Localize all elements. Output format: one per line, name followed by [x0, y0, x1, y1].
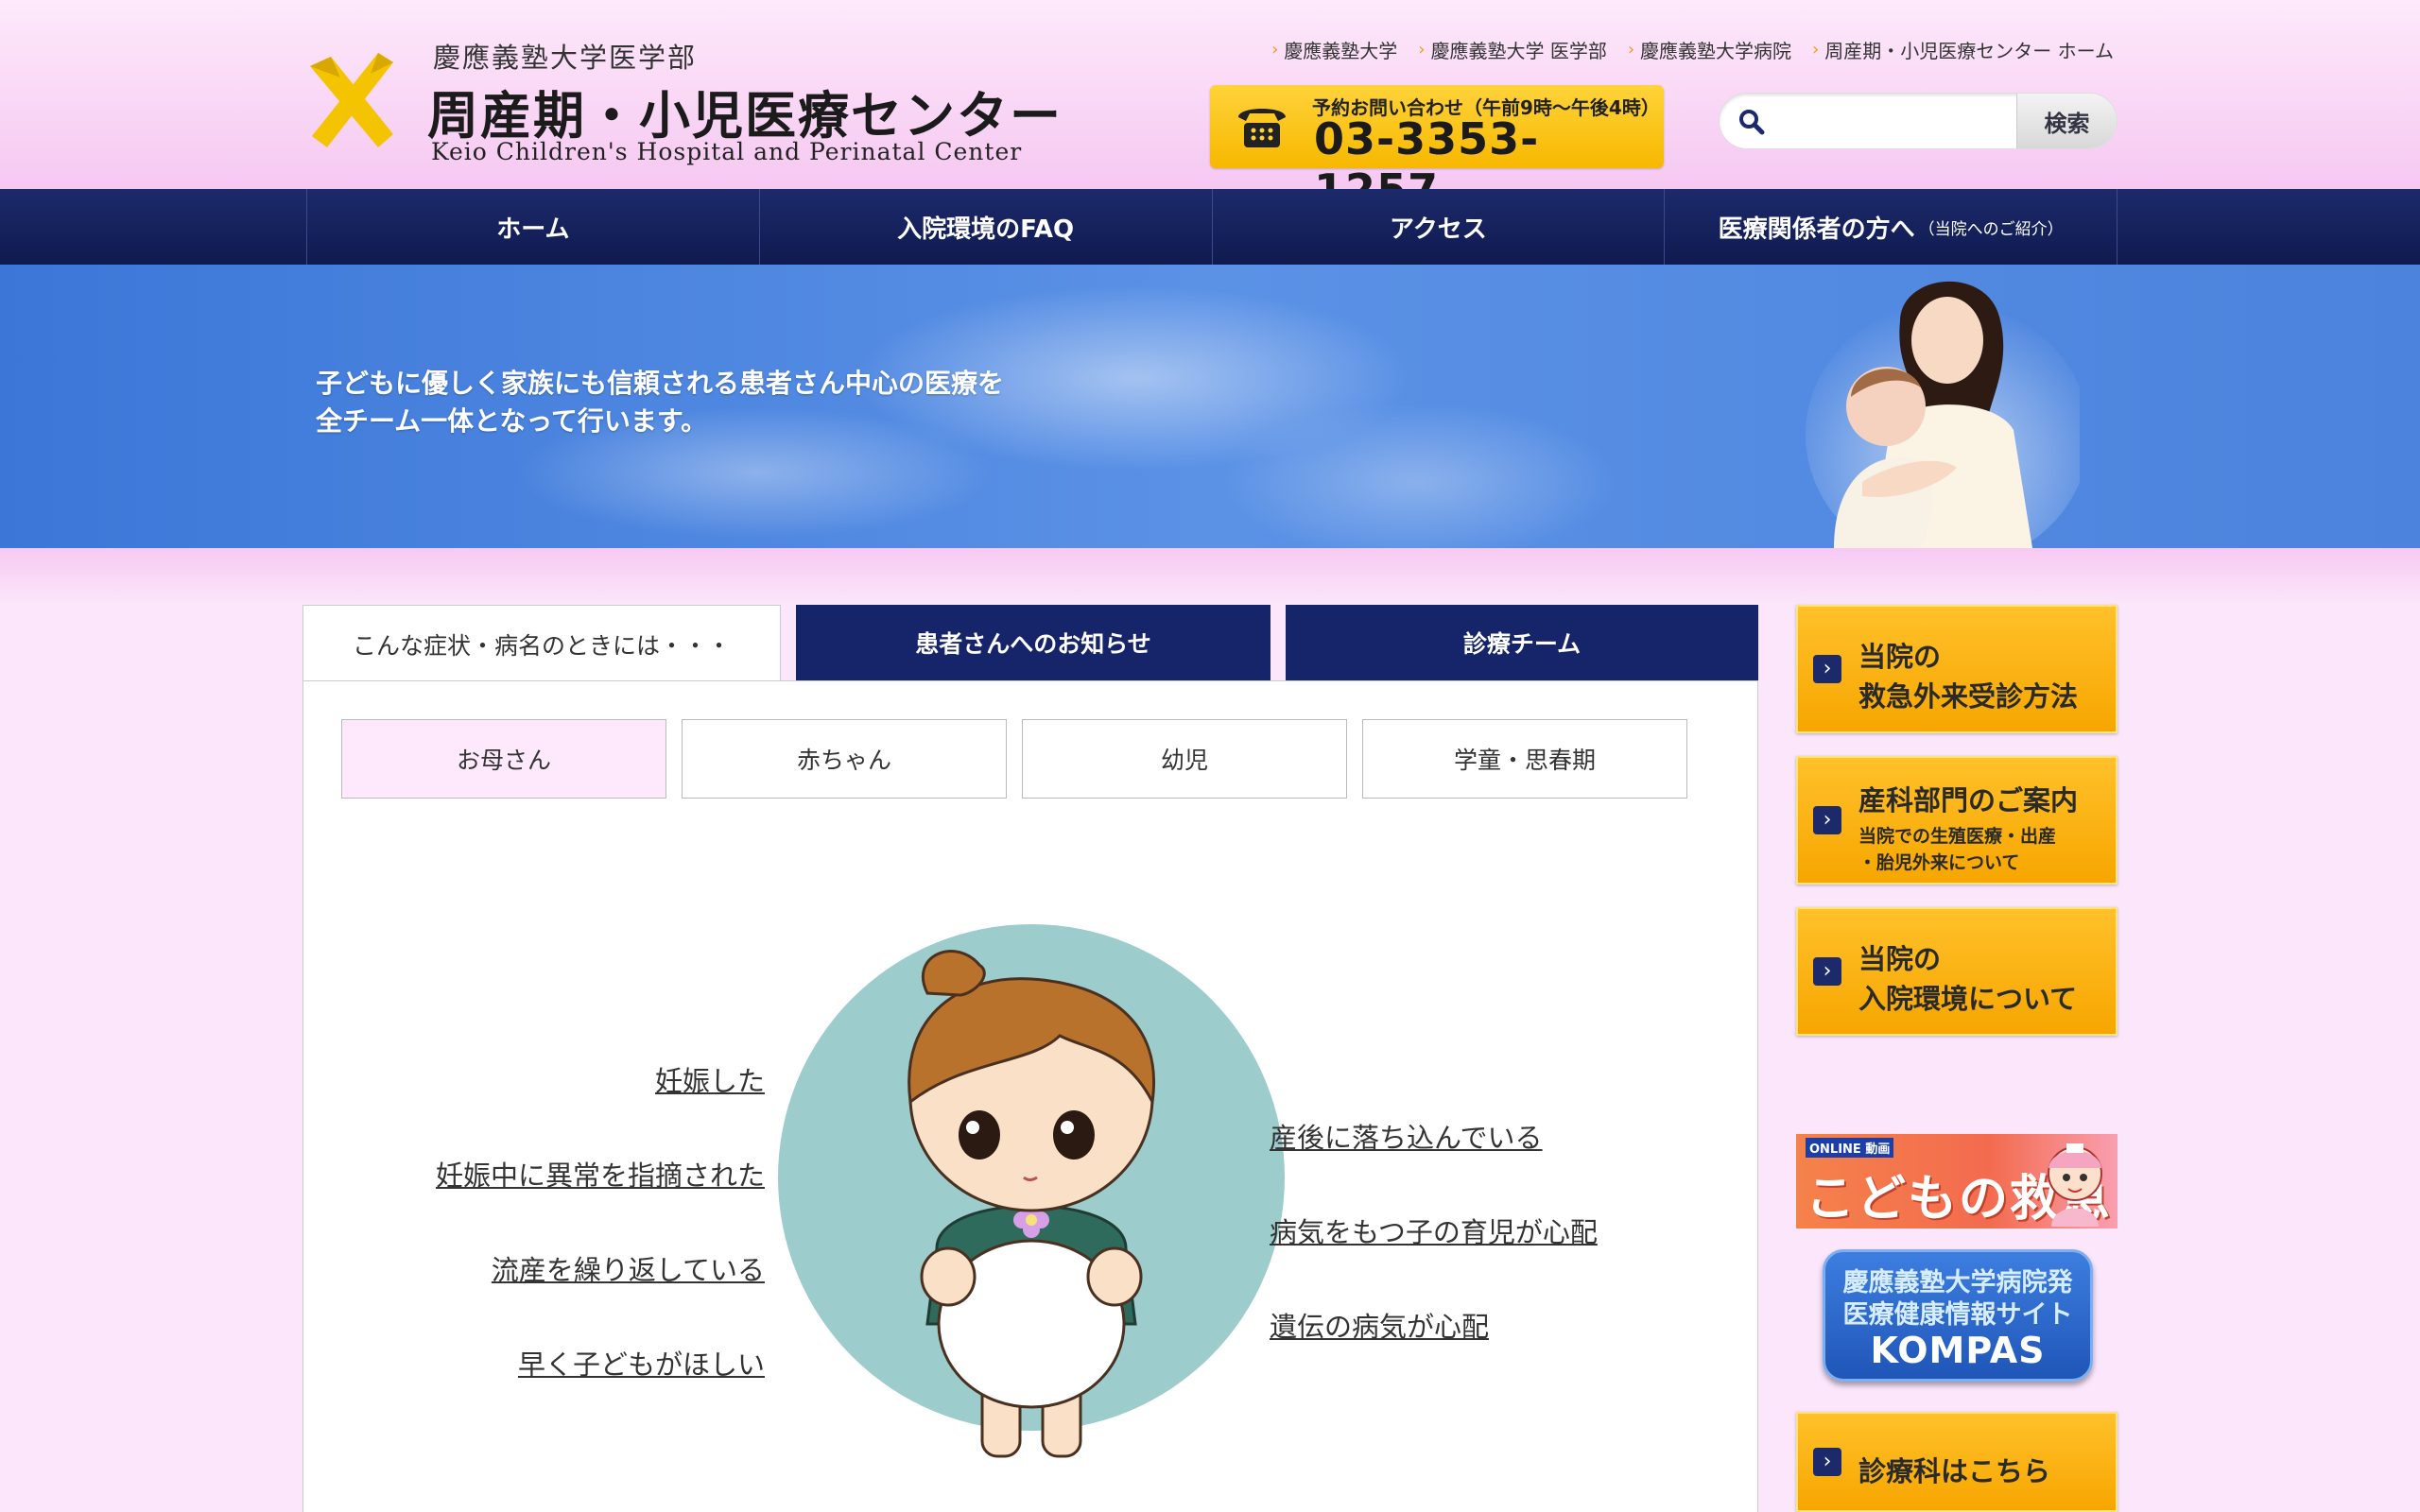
nav-item-access[interactable]: アクセス	[1213, 189, 1666, 265]
search-input[interactable]	[1774, 101, 2020, 143]
sidebar-departments-button[interactable]: › 診療科はこちら	[1796, 1412, 2118, 1512]
nurse-character-icon	[2048, 1143, 2102, 1227]
sidebar-obstetrics-button[interactable]: › 産科部門のご案内 当院での生殖医療・出産 ・胎児外来について	[1796, 756, 2118, 885]
global-nav: ホーム 入院環境のFAQ アクセス 医療関係者の方へ （当院へのご紹介）	[0, 189, 2420, 265]
logo-subtitle: 慶應義塾大学医学部	[433, 42, 698, 74]
hero-banner: 子どもに優しく家族にも信頼される患者さん中心の医療を 全チーム一体となって行いま…	[0, 265, 2420, 548]
search-button[interactable]: 検索	[2016, 94, 2117, 148]
arrow-icon: ›	[1627, 40, 1635, 60]
subtab-school-age[interactable]: 学童・思春期	[1362, 719, 1687, 799]
hero-message: 子どもに優しく家族にも信頼される患者さん中心の医療を 全チーム一体となって行いま…	[316, 368, 1005, 437]
logo-english-title: Keio Children's Hospital and Perinatal C…	[431, 138, 1023, 165]
online-video-badge: ONLINE 動画	[1806, 1138, 1894, 1158]
subtab-mother[interactable]: お母さん	[341, 719, 666, 799]
nav-item-faq[interactable]: 入院環境のFAQ	[760, 189, 1213, 265]
arrow-icon: ›	[1271, 40, 1279, 60]
link-pregnancy-abnormality[interactable]: 妊娠中に異常を指摘された	[436, 1154, 765, 1194]
top-link-university-hospital[interactable]: › 慶應義塾大学病院	[1628, 36, 1791, 63]
keio-pen-logo-icon[interactable]	[302, 49, 401, 151]
mother-and-baby-photo	[1806, 281, 2080, 548]
arrow-icon: ›	[1812, 40, 1820, 60]
top-link-center-home[interactable]: › 周産期・小児医療センター ホーム	[1812, 36, 2114, 63]
pink-band	[0, 548, 2420, 605]
chevron-right-icon: ›	[1813, 957, 1841, 986]
top-link-school-of-medicine[interactable]: › 慶應義塾大学 医学部	[1418, 36, 1607, 63]
link-want-child-soon[interactable]: 早く子どもがほしい	[518, 1343, 765, 1383]
search-icon	[1739, 110, 1765, 135]
kompas-logo-text: KOMPAS	[1870, 1330, 2046, 1371]
chevron-right-icon: ›	[1813, 655, 1841, 683]
symptoms-panel: お母さん 赤ちゃん 幼児 学童・思春期 妊娠した 妊娠中に異常を指摘された 流産…	[302, 680, 1758, 1512]
nav-item-home[interactable]: ホーム	[307, 189, 760, 265]
kompas-banner[interactable]: 慶應義塾大学病院発 医療健康情報サイト KOMPAS	[1823, 1249, 2093, 1382]
chevron-right-icon: ›	[1813, 1448, 1841, 1476]
phone-contact-box: 予約お問い合わせ（午前9時〜午後4時） 03-3353-1257	[1210, 85, 1664, 215]
telephone-icon	[1238, 109, 1286, 147]
site-header: 慶應義塾大学医学部 周産期・小児医療センター Keio Children's H…	[0, 0, 2420, 215]
link-recurrent-miscarriage[interactable]: 流産を繰り返している	[492, 1248, 765, 1288]
nav-item-medical-professionals[interactable]: 医療関係者の方へ （当院へのご紹介）	[1665, 189, 2118, 265]
link-childcare-concern[interactable]: 病気をもつ子の育児が心配	[1270, 1211, 1598, 1250]
arrow-icon: ›	[1418, 40, 1426, 60]
tab-medical-team[interactable]: 診療チーム	[1286, 605, 1758, 680]
sidebar-emergency-button[interactable]: › 当院の 救急外来受診方法	[1796, 605, 2118, 733]
kids-emergency-banner[interactable]: ONLINE 動画 こどもの救急	[1796, 1134, 2118, 1228]
link-postpartum-depression[interactable]: 産後に落ち込んでいる	[1270, 1116, 1543, 1156]
top-links: › 慶應義塾大学 › 慶應義塾大学 医学部 › 慶應義塾大学病院 › 周産期・小児医療セ…	[1271, 36, 2114, 63]
link-pregnant[interactable]: 妊娠した	[655, 1059, 765, 1099]
sidebar-inpatient-button[interactable]: › 当院の 入院環境について	[1796, 907, 2118, 1036]
search-box: 検索	[1719, 93, 2118, 149]
tab-symptoms[interactable]: こんな症状・病名のときには・・・	[302, 605, 781, 682]
link-genetic-disease[interactable]: 遺伝の病気が心配	[1270, 1305, 1489, 1345]
pregnant-mother-illustration	[778, 924, 1285, 1458]
top-link-keio-university[interactable]: › 慶應義塾大学	[1271, 36, 1397, 63]
subtab-toddler[interactable]: 幼児	[1022, 719, 1347, 799]
chevron-right-icon: ›	[1813, 806, 1841, 834]
main-tabs: こんな症状・病名のときには・・・ 患者さんへのお知らせ 診療チーム	[302, 605, 1758, 682]
subtab-baby[interactable]: 赤ちゃん	[682, 719, 1007, 799]
tab-patient-notices[interactable]: 患者さんへのお知らせ	[796, 605, 1270, 680]
